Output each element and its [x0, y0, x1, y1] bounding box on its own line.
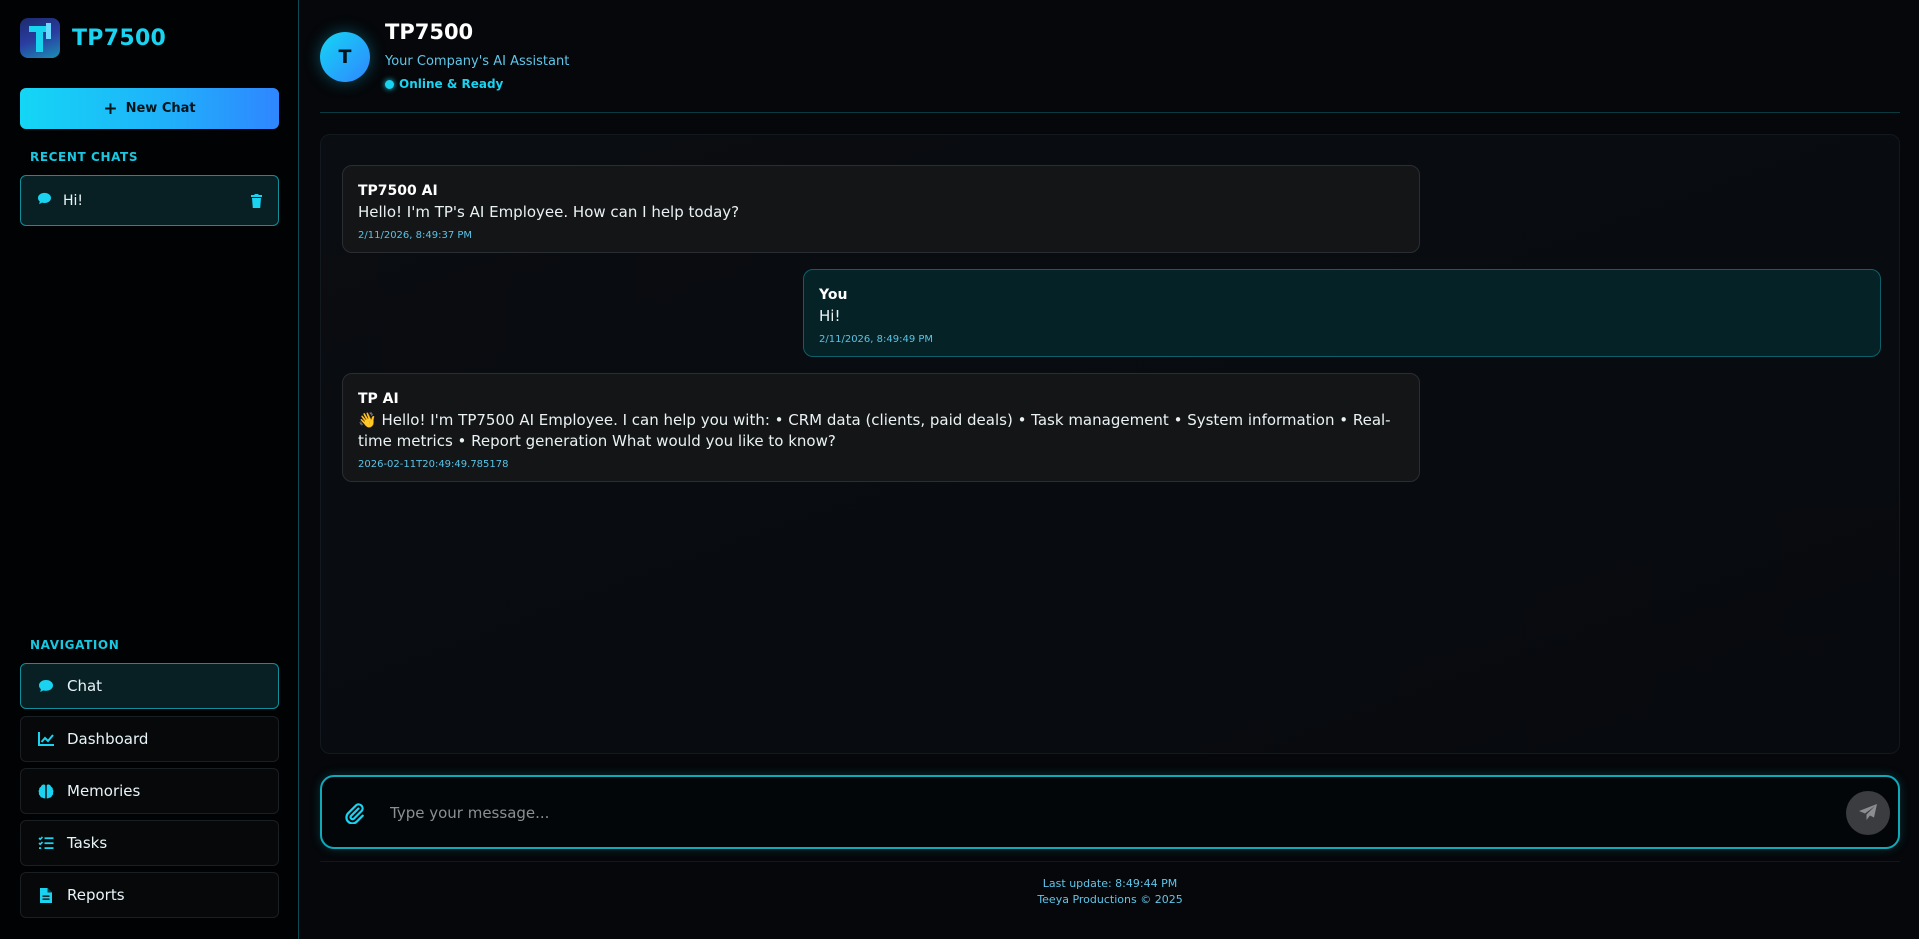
message-ai: TP7500 AI Hello! I'm TP's AI Employee. H… — [342, 165, 1420, 253]
nav-item-chat[interactable]: Chat — [20, 663, 279, 709]
chat-bubble-icon — [37, 192, 55, 209]
new-chat-button[interactable]: + New Chat — [20, 88, 279, 129]
nav-item-reports[interactable]: Reports — [20, 872, 279, 918]
message-text: 👋 Hello! I'm TP7500 AI Employee. I can h… — [358, 411, 1391, 450]
send-button[interactable] — [1846, 791, 1890, 835]
brand[interactable]: TP7500 — [20, 18, 166, 58]
file-icon — [35, 887, 57, 903]
tp-logo-icon — [20, 18, 60, 58]
chat-bubble-icon — [35, 679, 57, 693]
assistant-title: TP7500 — [385, 20, 474, 44]
message-sender: TP AI — [358, 391, 399, 407]
main-area: T TP7500 Your Company's AI Assistant Onl… — [300, 0, 1919, 939]
assistant-avatar: T — [320, 32, 370, 82]
send-icon — [1858, 803, 1878, 824]
sidebar: TP7500 + New Chat RECENT CHATS Hi! NAVIG… — [0, 0, 299, 939]
nav-item-dashboard[interactable]: Dashboard — [20, 716, 279, 762]
message-sender: TP7500 AI — [358, 183, 438, 199]
recent-chat-label: Hi! — [63, 192, 84, 209]
copyright-text: Teeya Productions © 2025 — [1037, 893, 1183, 906]
message-user: You Hi! 2/11/2026, 8:49:49 PM — [803, 269, 1881, 357]
brand-name: TP7500 — [72, 25, 167, 51]
message-text: Hi! — [819, 307, 841, 325]
paperclip-icon[interactable] — [344, 802, 364, 825]
nav-label-reports: Reports — [67, 886, 125, 904]
message-text: Hello! I'm TP's AI Employee. How can I h… — [358, 203, 740, 221]
message-input[interactable] — [390, 797, 1770, 829]
nav-item-tasks[interactable]: Tasks — [20, 820, 279, 866]
message-time: 2/11/2026, 8:49:37 PM — [358, 230, 473, 241]
nav-label-memories: Memories — [67, 782, 141, 800]
navigation-heading: NAVIGATION — [30, 638, 120, 652]
message-time: 2/11/2026, 8:49:49 PM — [819, 334, 934, 345]
nav-label-chat: Chat — [67, 677, 103, 695]
message-composer — [320, 775, 1900, 849]
nav-label-tasks: Tasks — [67, 834, 108, 852]
recent-chat-item[interactable]: Hi! — [20, 175, 279, 226]
brain-icon — [35, 783, 57, 799]
last-update-text: Last update: 8:49:44 PM — [1042, 877, 1178, 890]
message-ai: TP AI 👋 Hello! I'm TP7500 AI Employee. I… — [342, 373, 1420, 482]
chat-messages-panel[interactable]: TP7500 AI Hello! I'm TP's AI Employee. H… — [320, 134, 1900, 754]
message-time: 2026-02-11T20:49:49.785178 — [358, 459, 509, 470]
new-chat-label: New Chat — [125, 101, 196, 116]
checklist-icon — [35, 836, 57, 850]
assistant-subtitle: Your Company's AI Assistant — [385, 54, 570, 69]
status-indicator: Online & Ready — [385, 77, 503, 91]
footer-divider — [320, 861, 1900, 862]
nav-label-dashboard: Dashboard — [67, 730, 149, 748]
footer: Last update: 8:49:44 PM Teeya Production… — [320, 876, 1900, 908]
trash-icon[interactable] — [251, 193, 262, 208]
line-chart-icon — [35, 732, 57, 746]
recent-chats-heading: RECENT CHATS — [30, 150, 139, 164]
message-sender: You — [819, 287, 848, 303]
plus-icon: + — [103, 98, 118, 119]
nav-item-memories[interactable]: Memories — [20, 768, 279, 814]
header-divider — [320, 112, 1900, 113]
status-text: Online & Ready — [399, 77, 504, 91]
status-dot-icon — [385, 79, 394, 89]
